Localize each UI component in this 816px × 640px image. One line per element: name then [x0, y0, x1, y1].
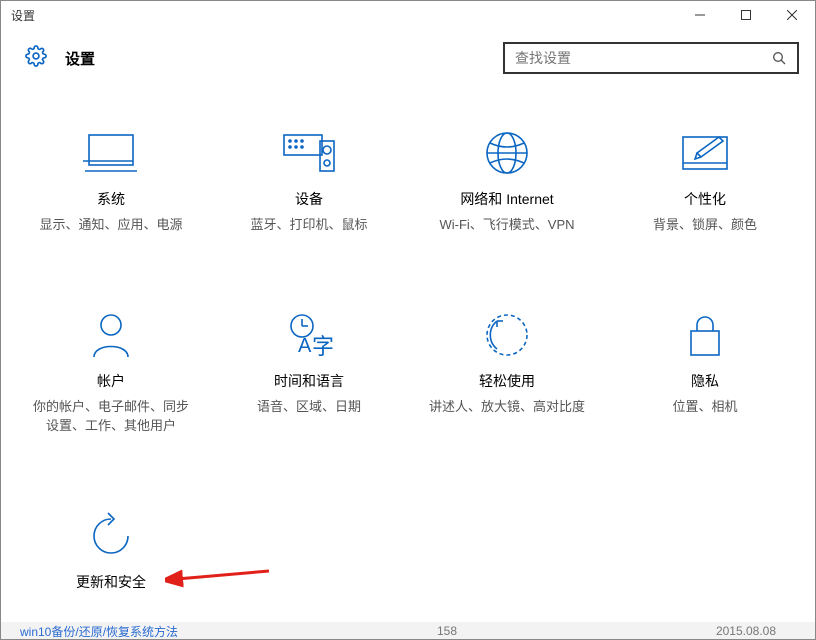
tile-title: 网络和 Internet: [460, 189, 553, 209]
tile-desc: 语音、区域、日期: [257, 397, 361, 417]
title-bar: 设置: [1, 1, 815, 29]
close-button[interactable]: [769, 1, 815, 29]
page-title: 设置: [65, 48, 95, 69]
time-language-icon: A 字: [284, 309, 334, 361]
globe-icon: [483, 127, 531, 179]
ease-of-access-icon: [483, 309, 531, 361]
settings-window: 设置 设置: [0, 0, 816, 640]
search-input[interactable]: [505, 50, 761, 66]
content-area: 系统 显示、通知、应用、电源 设备 蓝牙、打印机、鼠标: [1, 87, 815, 639]
tile-accounts[interactable]: 帐户 你的帐户、电子邮件、同步设置、工作、其他用户: [17, 309, 205, 436]
tile-title: 隐私: [691, 371, 719, 391]
tile-desc: 背景、锁屏、颜色: [653, 215, 757, 235]
tile-time-language[interactable]: A 字 时间和语言 语音、区域、日期: [215, 309, 403, 436]
devices-icon: [280, 127, 338, 179]
svg-text:字: 字: [312, 334, 334, 358]
tile-network[interactable]: 网络和 Internet Wi-Fi、飞行模式、VPN: [413, 127, 601, 235]
tile-title: 设备: [295, 189, 323, 209]
tile-title: 轻松使用: [479, 371, 535, 391]
tile-desc: Wi-Fi、飞行模式、VPN: [439, 215, 574, 235]
personalize-icon: [679, 127, 731, 179]
tile-system[interactable]: 系统 显示、通知、应用、电源: [17, 127, 205, 235]
minimize-icon: [695, 10, 705, 20]
search-box[interactable]: [503, 42, 799, 74]
tile-desc: 你的帐户、电子邮件、同步设置、工作、其他用户: [31, 397, 191, 436]
minimize-button[interactable]: [677, 1, 723, 29]
header: 设置: [1, 29, 815, 87]
tile-title: 帐户: [97, 371, 125, 391]
search-button[interactable]: [761, 44, 797, 72]
maximize-button[interactable]: [723, 1, 769, 29]
lock-icon: [685, 309, 725, 361]
tile-title: 个性化: [684, 189, 726, 209]
tile-desc: 蓝牙、打印机、鼠标: [250, 215, 367, 235]
tile-title: 时间和语言: [274, 371, 344, 391]
tile-desc: 位置、相机: [672, 397, 737, 417]
search-icon: [771, 50, 787, 66]
tile-desc: 讲述人、放大镜、高对比度: [429, 397, 585, 417]
maximize-icon: [741, 10, 751, 20]
tile-update-security[interactable]: 更新和安全: [17, 510, 205, 598]
update-icon: [86, 510, 136, 562]
header-left: 设置: [25, 45, 95, 72]
close-icon: [787, 10, 797, 20]
tile-grid: 系统 显示、通知、应用、电源 设备 蓝牙、打印机、鼠标: [17, 127, 799, 598]
tile-personalization[interactable]: 个性化 背景、锁屏、颜色: [611, 127, 799, 235]
person-icon: [90, 309, 132, 361]
tile-ease-of-access[interactable]: 轻松使用 讲述人、放大镜、高对比度: [413, 309, 601, 436]
gear-icon: [25, 45, 47, 72]
svg-text:A: A: [298, 335, 312, 357]
window-controls: [677, 1, 815, 29]
window-title: 设置: [11, 7, 35, 24]
tile-privacy[interactable]: 隐私 位置、相机: [611, 309, 799, 436]
tile-title: 更新和安全: [76, 572, 146, 592]
tile-title: 系统: [97, 189, 125, 209]
display-icon: [83, 127, 139, 179]
tile-desc: 显示、通知、应用、电源: [39, 215, 182, 235]
tile-devices[interactable]: 设备 蓝牙、打印机、鼠标: [215, 127, 403, 235]
